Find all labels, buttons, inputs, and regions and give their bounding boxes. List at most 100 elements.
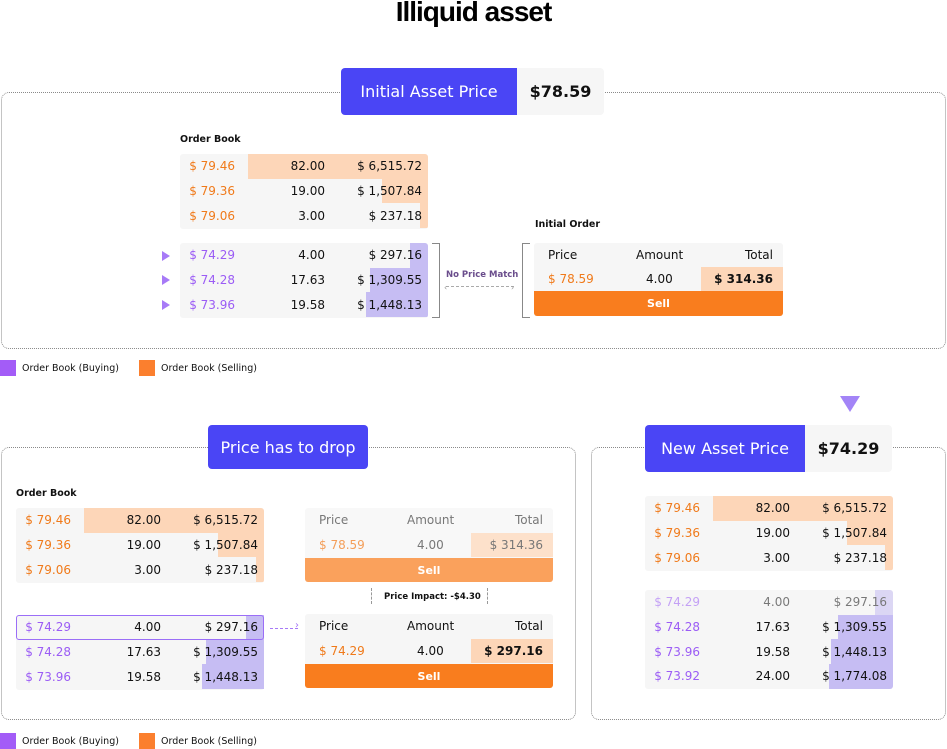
order-amount: 4.00: [417, 644, 444, 658]
bid-row: $ 74.29 4.00 $ 297.16: [645, 590, 893, 615]
row-total: $ 6,515.72: [822, 501, 887, 516]
row-total: $ 6,515.72: [357, 159, 422, 174]
row-amount: 4.00: [134, 620, 161, 635]
down-arrow-icon: [840, 396, 860, 412]
legend-buying-label: Order Book (Buying): [22, 362, 119, 374]
ask-row: $ 79.06 3.00 $ 237.18: [645, 545, 893, 570]
bid-row: $ 73.96 19.58 $ 1,448.13: [16, 664, 264, 689]
arrow-left-head-icon: ‹: [444, 283, 448, 292]
match-dashed-arrow: [270, 628, 298, 629]
header-amount: Amount: [636, 248, 684, 262]
ask-row: $ 79.36 19.00 $ 1,507.84: [180, 178, 428, 204]
row-total: $ 1,774.08: [822, 669, 887, 684]
initial-price-label: Initial Asset Price: [341, 68, 517, 115]
row-amount: 82.00: [755, 501, 790, 516]
bid-row: $ 74.28 17.63 $ 1,309.55: [180, 267, 428, 293]
bid-row: $ 73.96 19.58 $ 1,448.13: [180, 292, 428, 317]
initial-price-badge: Initial Asset Price $78.59: [341, 68, 604, 115]
row-total: $ 6,515.72: [193, 513, 258, 528]
row-amount: 3.00: [763, 550, 790, 565]
header-price: Price: [319, 513, 349, 527]
row-total: $ 297.16: [368, 248, 422, 263]
row-price: $ 79.06: [654, 550, 700, 565]
order-bracket: [522, 243, 530, 318]
legend-selling-label: Order Book (Selling): [161, 735, 257, 747]
new-price-value: $74.29: [805, 425, 892, 472]
bid-row-arrow-icon: [162, 300, 170, 310]
row-price: $ 74.29: [654, 595, 700, 610]
initial-section-frame: [1, 92, 946, 349]
sell-button[interactable]: Sell: [305, 558, 553, 582]
ask-row: $ 79.46 82.00 $ 6,515.72: [180, 154, 428, 179]
new-bids-table: $ 74.29 4.00 $ 297.16 $ 74.28 17.63 $ 1,309.5…: [645, 590, 893, 689]
row-amount: 19.00: [755, 525, 790, 540]
legend-selling: Order Book (Selling): [139, 360, 257, 376]
row-price: $ 79.46: [25, 513, 71, 528]
row-total: $ 297.16: [833, 595, 887, 610]
row-amount: 19.00: [126, 537, 161, 552]
row-amount: 19.58: [755, 644, 790, 659]
row-amount: 4.00: [763, 595, 790, 610]
order-after-panel: Price Amount Total $ 74.29 4.00 $ 297.16…: [305, 614, 553, 688]
ask-row: $ 79.46 82.00 $ 6,515.72: [645, 496, 893, 521]
legend-buying-label: Order Book (Buying): [22, 735, 119, 747]
legend-selling-swatch: [139, 360, 155, 376]
row-total: $ 237.18: [833, 550, 887, 565]
new-asks-table: $ 79.46 82.00 $ 6,515.72 $ 79.36 19.00 $ 1,50…: [645, 496, 893, 571]
row-total: $ 1,309.55: [822, 619, 887, 634]
bid-row: $ 74.29 4.00 $ 297.16: [16, 615, 264, 640]
row-price: $ 73.96: [189, 297, 235, 312]
ask-row: $ 79.36 19.00 $ 1,507.84: [645, 520, 893, 546]
order-total: $ 297.16: [484, 644, 543, 658]
row-amount: 24.00: [755, 669, 790, 684]
price-impact-label: Price Impact: -$4.30: [384, 592, 481, 602]
row-amount: 17.63: [126, 644, 161, 659]
initial-bids-table: $ 74.29 4.00 $ 297.16 $ 74.28 17.63 $ 1,309.5…: [180, 243, 428, 318]
order-book-label: Order Book: [180, 134, 241, 145]
bid-row: $ 74.28 17.63 $ 1,309.55: [645, 614, 893, 640]
legend-selling-label: Order Book (Selling): [161, 362, 257, 374]
legend-buying: Order Book (Buying): [0, 733, 119, 749]
order-price: $ 78.59: [319, 538, 365, 552]
new-price-label: New Asset Price: [645, 425, 805, 472]
header-amount: Amount: [407, 619, 455, 633]
legend-selling-swatch: [139, 733, 155, 749]
row-amount: 3.00: [134, 562, 161, 577]
sell-button[interactable]: Sell: [534, 291, 783, 316]
ask-row: $ 79.36 19.00 $ 1,507.84: [16, 532, 264, 558]
ask-row: $ 79.46 82.00 $ 6,515.72: [16, 508, 264, 533]
sell-button[interactable]: Sell: [305, 664, 553, 688]
row-total: $ 1,309.55: [193, 644, 258, 659]
row-amount: 17.63: [755, 619, 790, 634]
drop-asks-table: $ 79.46 82.00 $ 6,515.72 $ 79.36 19.00 $ 1,50…: [16, 508, 264, 583]
row-amount: 19.58: [126, 669, 161, 684]
legend-buying: Order Book (Buying): [0, 360, 119, 376]
row-price: $ 74.29: [25, 620, 71, 635]
row-total: $ 1,309.55: [357, 272, 422, 287]
row-amount: 4.00: [298, 248, 325, 263]
initial-order-label: Initial Order: [535, 219, 601, 230]
row-price: $ 73.96: [25, 669, 71, 684]
initial-asks-table: $ 79.46 82.00 $ 6,515.72 $ 79.36 19.00 $ 1,50…: [180, 154, 428, 229]
bid-row: $ 73.96 19.58 $ 1,448.13: [645, 639, 893, 664]
order-price: $ 74.29: [319, 644, 365, 658]
impact-down-arrow-left: [371, 588, 372, 604]
order-book-label: Order Book: [16, 488, 77, 499]
page-title: Illiquid asset: [395, 0, 553, 27]
legend-selling: Order Book (Selling): [139, 733, 257, 749]
order-total: $ 314.36: [489, 538, 543, 552]
row-total: $ 237.18: [204, 562, 258, 577]
row-price: $ 74.28: [189, 272, 235, 287]
row-price: $ 74.28: [25, 644, 71, 659]
price-drop-label: Price has to drop: [208, 425, 368, 469]
legend-buying-swatch: [0, 733, 16, 749]
header-total: Total: [514, 619, 543, 633]
bid-row-arrow-icon: [162, 251, 170, 261]
drop-bids-table: $ 74.29 4.00 $ 297.16 $ 74.28 17.63 $ 1,309.5…: [16, 615, 264, 690]
order-amount: 4.00: [417, 538, 444, 552]
header-amount: Amount: [407, 513, 455, 527]
header-total: Total: [514, 513, 543, 527]
no-match-dashed-arrow: [446, 286, 514, 287]
row-price: $ 74.29: [189, 248, 235, 263]
row-price: $ 79.36: [654, 525, 700, 540]
